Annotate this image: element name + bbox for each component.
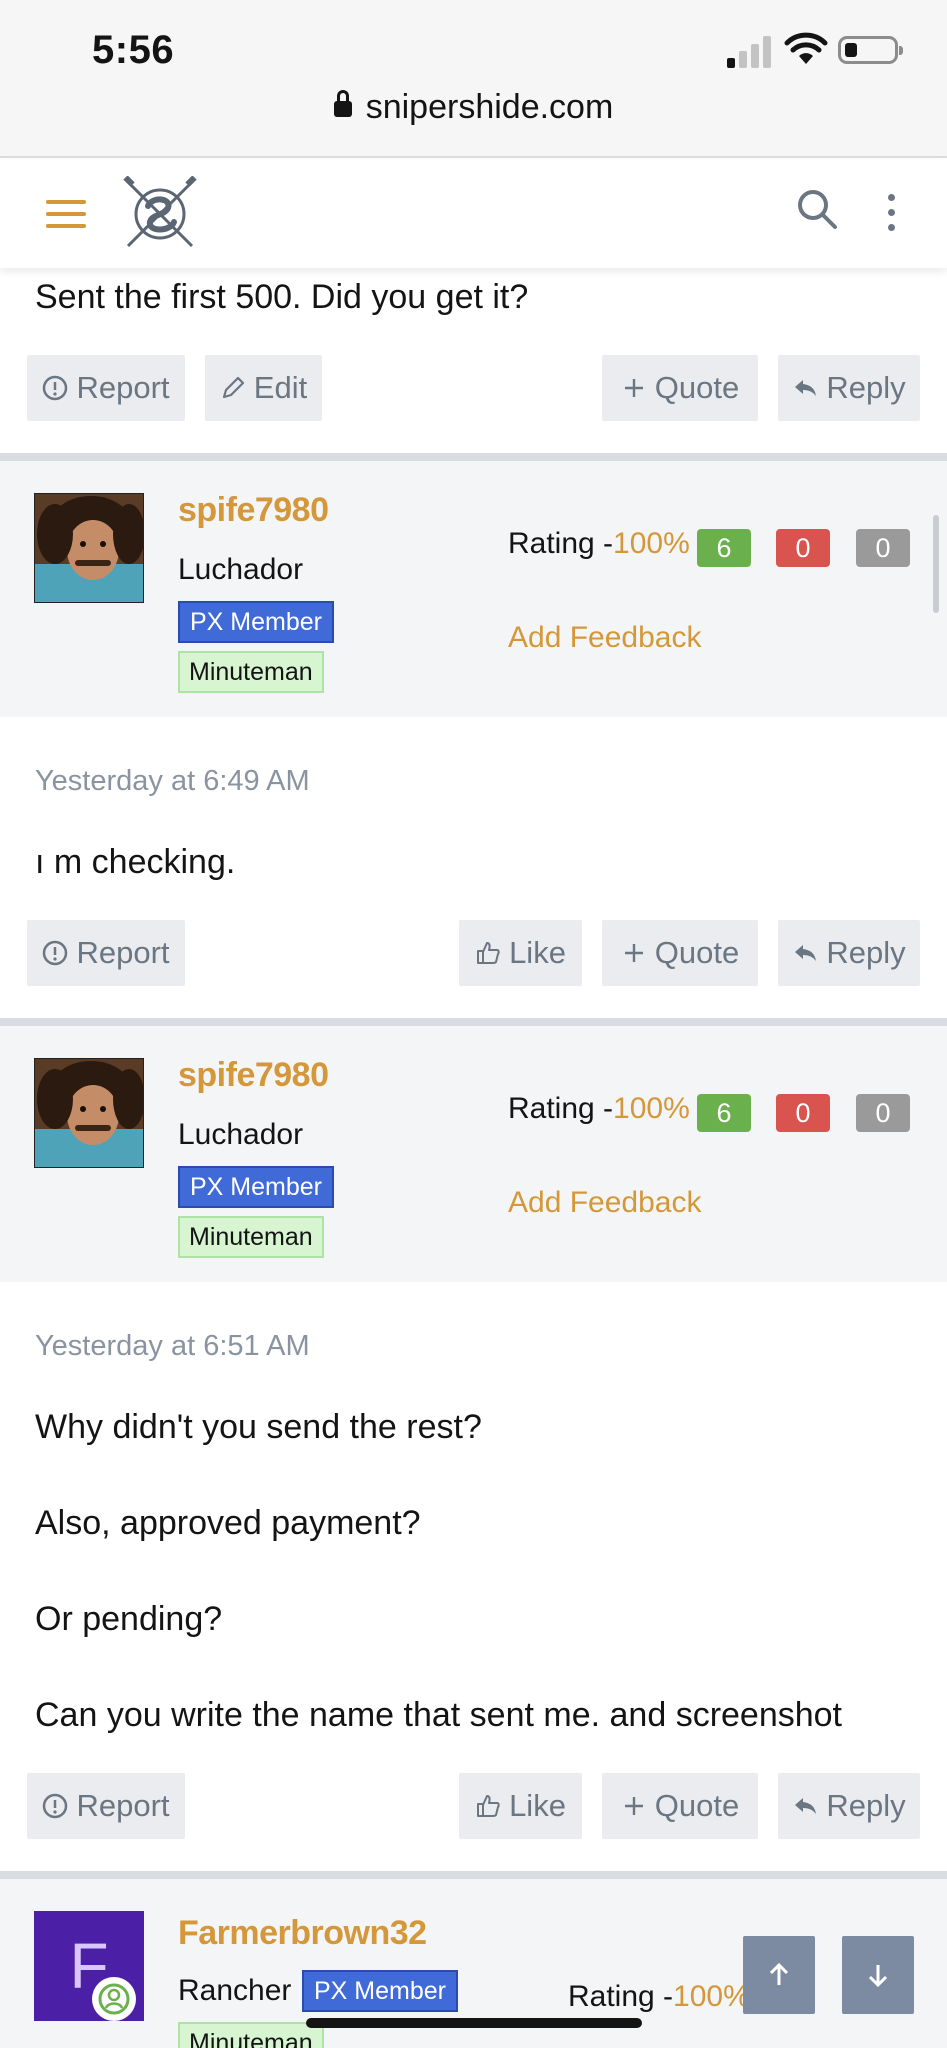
thumbs-up-icon [477, 1795, 500, 1817]
minuteman-badge: Minuteman [178, 2022, 324, 2048]
rating-text: Rating -100% [568, 1980, 750, 2014]
quote-button[interactable]: Quote [602, 1773, 758, 1839]
rating-text: Rating -100% [508, 527, 690, 561]
reply-label: Reply [826, 1788, 906, 1823]
plus-icon [624, 379, 643, 397]
edit-label: Edit [253, 370, 308, 405]
post-date[interactable]: Yesterday at 6:49 AM [35, 765, 310, 798]
like-label: Like [509, 1788, 566, 1823]
quote-button[interactable]: Quote [602, 920, 758, 986]
rating-text: Rating -100% [508, 1092, 690, 1126]
reply-button[interactable]: Reply [778, 355, 920, 421]
quote-button[interactable]: Quote [602, 355, 758, 421]
more-vertical-icon[interactable] [886, 194, 896, 232]
scroll-to-top-button[interactable] [743, 1936, 815, 2014]
quote-label: Quote [654, 370, 740, 405]
rating-percent: 100% [613, 527, 690, 560]
scrollbar[interactable] [933, 515, 939, 613]
address-bar[interactable]: snipershide.com [0, 88, 947, 127]
post-text-line: Can you write the name that sent me. and… [35, 1696, 843, 1734]
neutral-feedback-count[interactable]: 0 [856, 529, 910, 567]
thumbs-up-icon [477, 942, 500, 964]
username-link[interactable]: Farmerbrown32 [178, 1914, 427, 1953]
report-button[interactable]: Report [27, 920, 185, 986]
snipershide-logo[interactable] [122, 176, 198, 252]
search-icon[interactable] [796, 188, 838, 230]
post-separator [0, 453, 947, 461]
arrow-down-icon [868, 1965, 888, 1988]
post-text: Sent the first 500. Did you get it? [35, 278, 529, 316]
arrow-up-icon [769, 1962, 789, 1985]
rating-percent: 100% [673, 1980, 750, 2013]
wifi-icon [784, 32, 828, 64]
alert-circle-icon [43, 375, 68, 401]
minuteman-badge: Minuteman [178, 1216, 324, 1258]
report-label: Report [76, 370, 170, 405]
plus-icon [624, 944, 643, 962]
rating-label: Rating - [508, 1092, 614, 1125]
negative-feedback-count[interactable]: 0 [776, 529, 830, 567]
report-button[interactable]: Report [27, 1773, 185, 1839]
user-info-block: spife7980 Luchador PX Member Minuteman R… [0, 1026, 947, 1282]
cellular-signal-icon [727, 34, 773, 68]
reply-label: Reply [826, 370, 906, 405]
post-text: ı m checking. [35, 843, 236, 881]
reply-arrow-icon [795, 945, 817, 961]
lock-icon [333, 90, 352, 117]
px-member-badge: PX Member [178, 1166, 334, 1208]
scroll-to-bottom-button[interactable] [842, 1936, 914, 2014]
rating-label: Rating - [508, 527, 614, 560]
like-button[interactable]: Like [459, 920, 582, 986]
like-button[interactable]: Like [459, 1773, 582, 1839]
quote-label: Quote [654, 935, 740, 970]
positive-feedback-count[interactable]: 6 [697, 1094, 751, 1132]
add-feedback-link[interactable]: Add Feedback [508, 621, 701, 655]
alert-circle-icon [43, 1793, 68, 1819]
report-label: Report [76, 1788, 170, 1823]
battery-icon [838, 36, 903, 64]
avatar[interactable] [34, 1058, 144, 1168]
px-member-badge: PX Member [178, 601, 334, 643]
username-link[interactable]: spife7980 [178, 491, 329, 530]
reply-button[interactable]: Reply [778, 920, 920, 986]
reply-arrow-icon [795, 380, 817, 396]
avatar[interactable] [34, 493, 144, 603]
post-text-line: Why didn't you send the rest? [35, 1408, 482, 1446]
reply-label: Reply [826, 935, 906, 970]
px-member-badge: PX Member [302, 1970, 458, 2012]
user-info-block: spife7980 Luchador PX Member Minuteman R… [0, 461, 947, 717]
reply-arrow-icon [795, 1798, 817, 1814]
user-title: Luchador [178, 553, 304, 586]
minuteman-badge: Minuteman [178, 651, 324, 693]
edit-button[interactable]: Edit [205, 355, 322, 421]
add-feedback-link[interactable]: Add Feedback [508, 1186, 701, 1220]
clock: 5:56 [92, 28, 175, 72]
post-text-line: Or pending? [35, 1600, 223, 1638]
url-text: snipershide.com [365, 88, 614, 126]
username-link[interactable]: spife7980 [178, 1056, 329, 1095]
user-title: Luchador [178, 1118, 304, 1151]
report-label: Report [76, 935, 170, 970]
alert-circle-icon [43, 940, 68, 966]
quote-label: Quote [654, 1788, 740, 1823]
user-title: Rancher [178, 1974, 292, 2007]
rating-label: Rating - [568, 1980, 674, 2013]
plus-icon [624, 1797, 643, 1815]
like-label: Like [509, 935, 566, 970]
home-indicator[interactable] [306, 2018, 642, 2028]
post-separator [0, 1018, 947, 1026]
reply-button[interactable]: Reply [778, 1773, 920, 1839]
ios-status-bar: 5:56 snipershide.com [0, 0, 947, 158]
negative-feedback-count[interactable]: 0 [776, 1094, 830, 1132]
hamburger-icon[interactable] [46, 200, 86, 228]
positive-feedback-count[interactable]: 6 [697, 529, 751, 567]
neutral-feedback-count[interactable]: 0 [856, 1094, 910, 1132]
post-text-line: Also, approved payment? [35, 1504, 421, 1542]
online-status-icon [92, 1977, 136, 2021]
post-separator [0, 1871, 947, 1879]
pencil-icon [222, 376, 244, 399]
post-date[interactable]: Yesterday at 6:51 AM [35, 1330, 310, 1363]
rating-percent: 100% [613, 1092, 690, 1125]
report-button[interactable]: Report [27, 355, 185, 421]
